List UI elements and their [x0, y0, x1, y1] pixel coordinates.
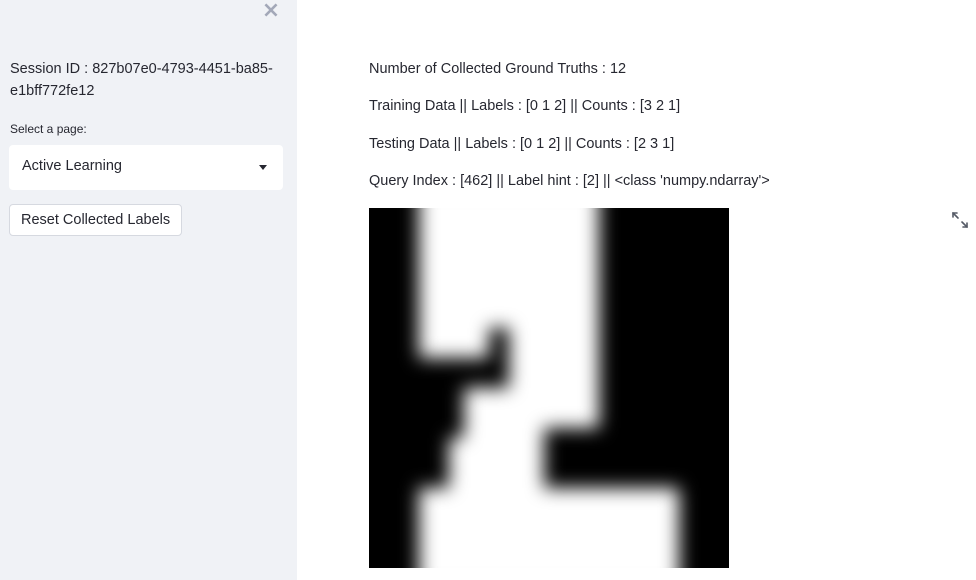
collected-ground-truths-text: Number of Collected Ground Truths : 12 [369, 61, 627, 77]
fullscreen-expand-icon[interactable] [951, 211, 969, 229]
testing-data-text: Testing Data || Labels : [0 1 2] || Coun… [369, 136, 675, 152]
training-data-text: Training Data || Labels : [0 1 2] || Cou… [369, 98, 681, 114]
page-select[interactable]: Active Learning [9, 145, 283, 190]
digit-image-pixels [369, 208, 729, 568]
page-select-value: Active Learning [22, 158, 122, 174]
query-index-text: Query Index : [462] || Label hint : [2] … [369, 173, 770, 189]
page-select-label: Select a page: [10, 122, 87, 136]
sidebar: × Session ID : 827b07e0-4793-4451-ba85-e… [0, 0, 297, 580]
close-icon[interactable]: × [261, 0, 281, 22]
app-root: × Session ID : 827b07e0-4793-4451-ba85-e… [0, 0, 976, 580]
session-id-text: Session ID : 827b07e0-4793-4451-ba85-e1b… [10, 61, 273, 99]
main-content: Number of Collected Ground Truths : 12 T… [297, 0, 976, 580]
caret-down-icon [259, 165, 267, 170]
reset-collected-labels-button[interactable]: Reset Collected Labels [9, 204, 183, 236]
digit-image [369, 208, 729, 568]
